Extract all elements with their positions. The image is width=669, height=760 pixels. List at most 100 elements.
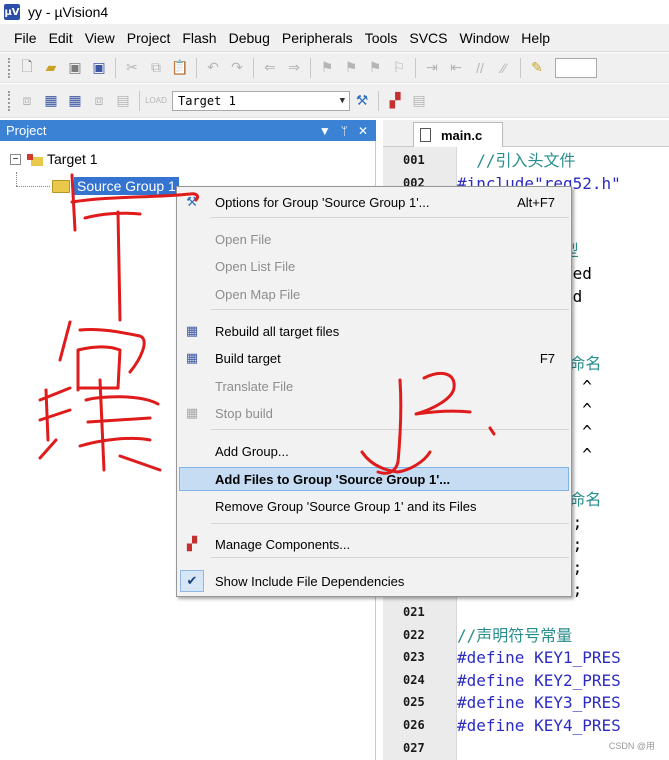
find-input[interactable] [555,57,597,78]
editor-tab-bar: main.c [383,120,669,147]
menu-item-label: Stop build [215,405,273,421]
checkmark-icon: ✔ [180,570,204,592]
menu-item-open-list-file: Open List File [177,254,571,278]
bookmark-prev-icon[interactable]: ⚑ [340,57,362,79]
tree-source-group[interactable]: Source Group 1 [52,177,179,195]
menu-window[interactable]: Window [454,27,516,49]
menu-view[interactable]: View [79,27,121,49]
toolbar-separator [378,90,379,111]
menu-peripherals[interactable]: Peripherals [276,27,359,49]
translate-icon[interactable]: ⧈ [16,90,38,112]
back-icon[interactable]: ⇐ [259,57,281,79]
menu-item-add-files[interactable]: Add Files to Group 'Source Group 1'... [179,467,569,491]
target-options-icon[interactable]: ⚒ [351,90,373,112]
toolbar-separator [520,57,521,78]
toolbar-separator [310,57,311,78]
watermark: CSDN @用 [608,741,655,751]
code-line: #define KEY3_PRES [457,693,621,713]
title-bar: µV yy - µVision4 [0,0,669,24]
line-number: 021 [403,605,425,619]
menu-item-open-file: Open File [177,227,571,251]
menu-tools[interactable]: Tools [359,27,404,49]
forward-icon[interactable]: ⇒ [283,57,305,79]
save-icon[interactable]: ▣ [64,57,86,79]
paste-icon[interactable]: 📋 [169,57,191,79]
stop-build-icon[interactable]: ▤ [112,90,134,112]
menu-item-label: Translate File [215,378,294,394]
line-number: 001 [403,153,425,167]
menu-file[interactable]: File [8,27,43,49]
undo-icon[interactable]: ↶ [202,57,224,79]
menu-item-stop-build: ▦ Stop build [177,401,571,425]
menu-bar: File Edit View Project Flash Debug Perip… [0,24,669,52]
manage-components-icon[interactable]: ▞ [384,90,406,112]
toolbar-grip[interactable] [8,57,11,78]
menu-debug[interactable]: Debug [223,27,276,49]
books-icon[interactable]: ▤ [408,90,430,112]
menu-flash[interactable]: Flash [176,27,222,49]
target-label: Target 1 [47,151,98,167]
menu-item-label: Add Group... [215,443,289,459]
toolbar-grip[interactable] [8,90,11,111]
comment-icon[interactable]: // [469,57,491,79]
code-line: #define KEY4_PRES [457,716,621,735]
menu-item-manage-components[interactable]: ▞ Manage Components... [177,532,571,556]
cut-icon[interactable]: ✂ [121,57,143,79]
copy-icon[interactable]: ⧉ [145,57,167,79]
open-icon[interactable]: ▰ [40,57,62,79]
panel-dropdown-icon[interactable]: ▼ [319,124,331,138]
line-number: 026 [403,718,425,732]
bookmark-clear-icon[interactable]: ⚐ [388,57,410,79]
menu-item-rebuild-all[interactable]: ▦ Rebuild all target files [177,319,571,343]
tab-main-c[interactable]: main.c [413,122,503,147]
target-select-value: Target 1 [178,93,236,108]
tree-target[interactable]: − Target 1 [10,151,98,167]
rebuild-icon[interactable]: ▦ [64,90,86,112]
bookmark-next-icon[interactable]: ⚑ [364,57,386,79]
new-file-icon[interactable]: 🗋 [16,57,38,79]
target-icon [25,152,43,166]
menu-item-remove-group[interactable]: Remove Group 'Source Group 1' and its Fi… [177,494,571,518]
menu-item-add-group[interactable]: Add Group... [177,439,571,463]
context-menu: ⚒ Options for Group 'Source Group 1'... Al… [176,186,572,597]
chevron-down-icon[interactable]: ▼ [340,96,345,106]
code-line: //引入头文件 [457,151,576,170]
pin-icon[interactable]: ᛘ [341,124,348,138]
menu-separator [211,429,569,430]
menu-item-label: Remove Group 'Source Group 1' and its Fi… [215,498,477,514]
menu-item-label: Build target [215,350,281,366]
stop-build-icon: ▦ [185,405,199,420]
bookmark-icon[interactable]: ⚑ [316,57,338,79]
toolbar-separator [139,90,140,111]
source-group-label: Source Group 1 [74,177,179,195]
indent-icon[interactable]: ⇥ [421,57,443,79]
file-icon [420,128,431,142]
target-select[interactable]: Target 1 ▼ [172,90,350,111]
menu-item-show-include-deps[interactable]: ✔ Show Include File Dependencies [177,569,571,593]
menu-svcs[interactable]: SVCS [403,27,453,49]
menu-item-options-group[interactable]: ⚒ Options for Group 'Source Group 1'... Al… [177,190,571,214]
project-panel-title: Project [6,123,47,138]
menu-help[interactable]: Help [515,27,556,49]
build-icon[interactable]: ▦ [40,90,62,112]
menu-edit[interactable]: Edit [43,27,79,49]
standard-toolbar: 🗋 ▰ ▣ ▣ ✂ ⧉ 📋 ↶ ↷ ⇐ ⇒ ⚑ ⚑ ⚑ ⚐ ⇥ ⇤ // ⁄⁄ … [0,53,669,83]
build-icon: ▦ [185,350,199,365]
components-icon: ▞ [187,536,197,551]
menu-item-label: Add Files to Group 'Source Group 1'... [215,471,451,487]
batch-build-icon[interactable]: ⧈ [88,90,110,112]
menu-item-build-target[interactable]: ▦ Build target F7 [177,346,571,370]
code-line: #define KEY1_PRES [457,648,621,668]
menu-project[interactable]: Project [121,27,177,49]
close-icon[interactable]: ✕ [358,124,368,138]
collapse-icon[interactable]: − [10,153,21,165]
save-all-icon[interactable]: ▣ [88,57,110,79]
redo-icon[interactable]: ↷ [226,57,248,79]
load-icon[interactable]: LOAD [145,90,167,112]
find-in-files-icon[interactable]: ✎ [526,57,548,79]
folder-icon [52,179,70,193]
project-panel-header: Project ▼ ᛘ ✕ [0,120,376,141]
unindent-icon[interactable]: ⇤ [445,57,467,79]
uncomment-icon[interactable]: ⁄⁄ [493,57,515,79]
uvision-app-icon: µV [4,4,20,20]
